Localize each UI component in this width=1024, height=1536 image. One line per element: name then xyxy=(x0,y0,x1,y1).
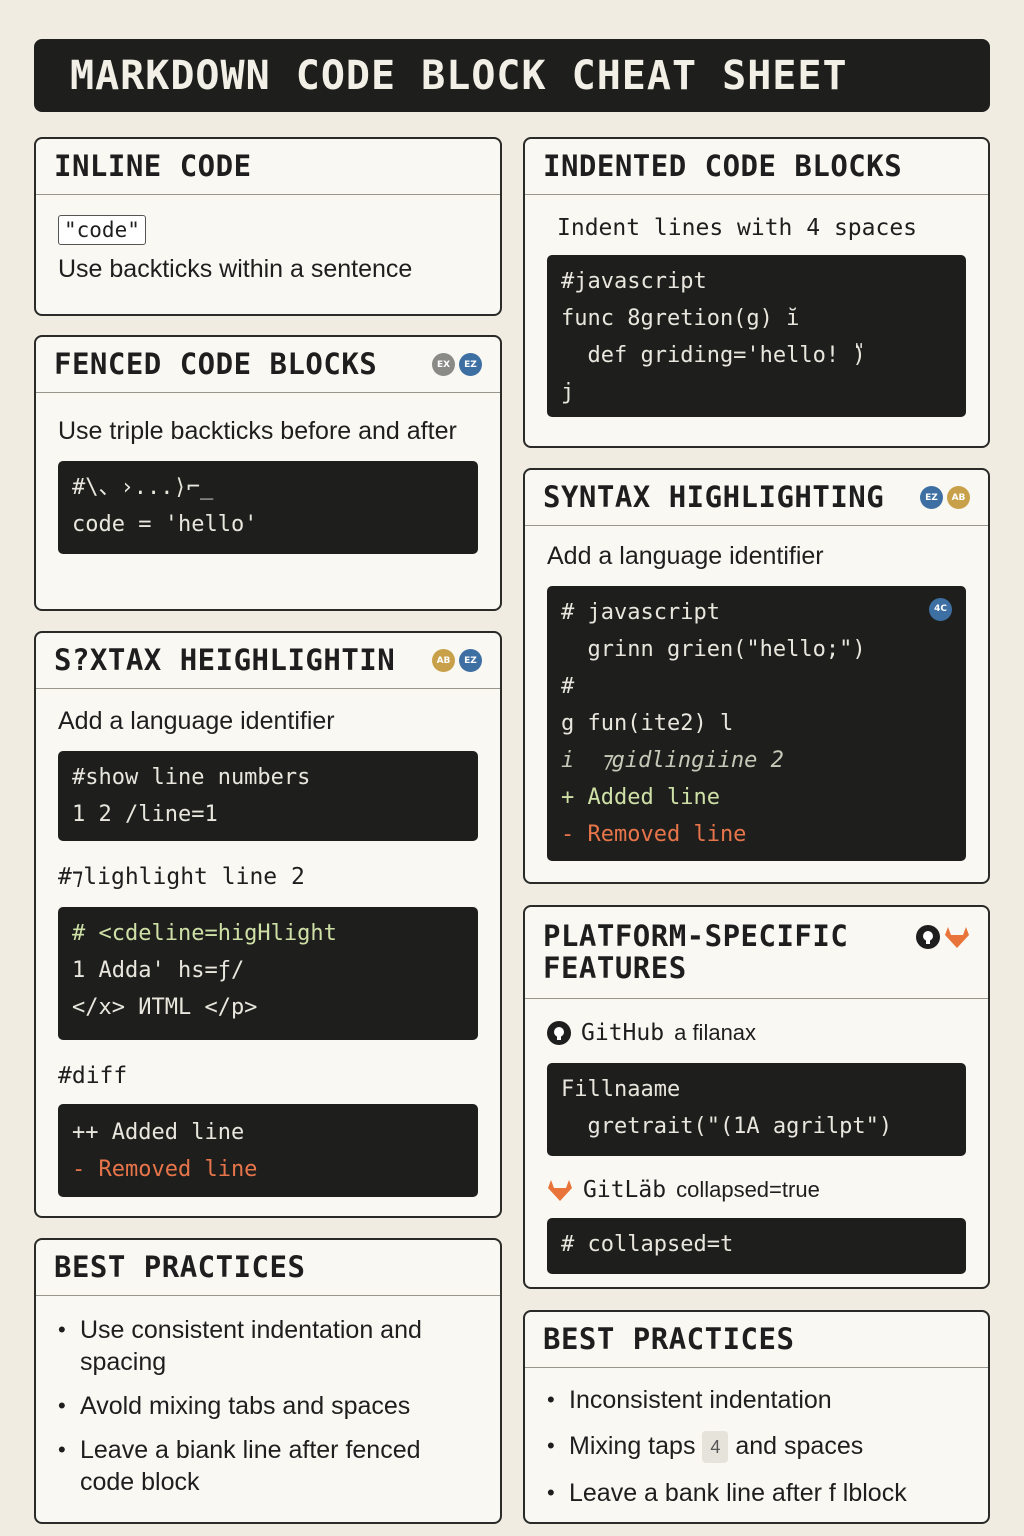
gitlab-code-block: # collapsed=t xyxy=(547,1218,966,1274)
code-line: func 8gretion(g) ĭ xyxy=(561,306,800,331)
page-title: MARKDOWN CODE BLOCK CHEAT SHEET xyxy=(70,52,848,99)
language-badge-icon: 4C xyxy=(929,598,952,621)
diff-code-block: ++ Added line - Removed line xyxy=(58,1104,478,1197)
card-title: PLATFORM-SPECIFIC FEATURES xyxy=(543,918,849,985)
code-line: # javascript xyxy=(561,600,720,625)
code-line: grinn grien("hello;") xyxy=(561,637,866,662)
list-item: Inconsistent indentation xyxy=(547,1384,966,1416)
code-line: </x> ИTML </p> xyxy=(72,995,258,1020)
github-label: GitHub xyxy=(581,1020,665,1046)
card-title: INLINE CODE xyxy=(54,148,252,183)
gitlab-icon xyxy=(945,927,969,948)
card-best-practices-left: BEST PRACTICES Use consistent indentatio… xyxy=(34,1238,502,1524)
code-line: i ⁊gidlingiine 2 xyxy=(561,748,784,773)
code-line: # collapsed=t xyxy=(561,1232,734,1257)
code-icon: EZ xyxy=(920,486,943,509)
gitlab-row: GitLäb collapsed=true xyxy=(547,1174,966,1206)
card-header: FENCED CODE BLOCKS EX EZ xyxy=(36,337,500,393)
diff-label: #diff xyxy=(58,1063,128,1089)
card-header: PLATFORM-SPECIFIC FEATURES xyxy=(525,907,988,999)
image-icon: EX xyxy=(432,353,455,376)
github-icon xyxy=(547,1021,571,1045)
card-title: SYNTAX HIGHLIGHTING xyxy=(543,479,885,514)
card-indented-code: INDENTED CODE BLOCKS Indent lines with 4… xyxy=(523,137,990,448)
gitlab-label: GitLäb xyxy=(583,1177,667,1203)
code-line: #javascript xyxy=(561,269,707,294)
badge-icon: AB xyxy=(432,649,455,672)
code-line: Fillnaame xyxy=(561,1077,681,1102)
card-header: SYNTAX HIGHLIGHTING EZ AB xyxy=(525,470,988,526)
tab-key-chip: 4 xyxy=(702,1431,729,1464)
highlight-label: #⁊lighlight line 2 xyxy=(58,864,305,890)
title-bar: MARKDOWN CODE BLOCK CHEAT SHEET xyxy=(34,39,990,112)
card-header: S?XTAX HEIGHLIGHTIN AB EZ xyxy=(36,633,500,689)
inline-code-chip: "code" xyxy=(58,215,146,245)
indented-description: Indent lines with 4 spaces xyxy=(557,215,918,241)
syntax-left-description: Add a language identifier xyxy=(58,707,335,735)
code-line: #show line numbers xyxy=(72,765,311,790)
list-item-text: Mixing taps xyxy=(569,1432,696,1460)
list-item: Use consistent indentation and spacing xyxy=(58,1314,478,1378)
card-title: FENCED CODE BLOCKS xyxy=(54,346,378,381)
github-code-block: Fillnaame gretrait("(1A agrilpt") xyxy=(547,1063,966,1156)
github-extra: a filanax xyxy=(674,1020,757,1045)
fenced-description: Use triple backticks before and after xyxy=(58,417,457,445)
github-icon xyxy=(916,925,940,949)
line-numbers-code-block: #show line numbers 1 2 /line=1 xyxy=(58,751,478,841)
list-item-text: and spaces xyxy=(735,1432,864,1460)
code-line: 1 Adda' hs=ƒ/ xyxy=(72,958,245,983)
inline-code-description: Use backticks within a sentence xyxy=(58,255,413,283)
best-practices-list: Use consistent indentation and spacing A… xyxy=(58,1314,478,1498)
gitlab-extra: collapsed=true xyxy=(676,1177,820,1202)
code-line-removed: - Removed line xyxy=(72,1157,258,1182)
code-line-added: + Added line xyxy=(561,785,720,810)
badge-icon: AB xyxy=(947,486,970,509)
code-line: 1 2 /line=1 xyxy=(72,802,218,827)
code-line: code = 'hello' xyxy=(72,512,258,537)
gitlab-icon xyxy=(548,1180,572,1201)
code-line: gretrait("(1A agrilpt") xyxy=(561,1114,893,1139)
code-line: # xyxy=(561,674,575,699)
card-title: BEST PRACTICES xyxy=(54,1249,306,1284)
list-item: Avold mixing tabs and spaces xyxy=(58,1390,478,1422)
card-inline-code: INLINE CODE "code" Use backticks within … xyxy=(34,137,502,316)
list-item: Leave a biank line after fenced code blo… xyxy=(58,1434,478,1498)
card-header: INLINE CODE xyxy=(36,139,500,195)
card-header: INDENTED CODE BLOCKS xyxy=(525,139,988,195)
highlight-code-block: # <cdeline=higHlight 1 Adda' hs=ƒ/ </x> … xyxy=(58,907,478,1040)
list-item: Leave a bank line after f lblock xyxy=(547,1477,966,1509)
list-item: Mixing taps 4 and spaces xyxy=(547,1430,966,1464)
card-best-practices-right: BEST PRACTICES Inconsistent indentation … xyxy=(523,1310,990,1524)
code-line: #\、›...⟩⌐_ xyxy=(72,475,214,500)
code-icon: EZ xyxy=(459,353,482,376)
code-line-added: ++ Added line xyxy=(72,1120,245,1145)
fenced-code-block: #\、›...⟩⌐_ code = 'hello' xyxy=(58,461,478,554)
card-header: BEST PRACTICES xyxy=(36,1240,500,1296)
code-line: g fun(ite2) l xyxy=(561,711,734,736)
card-header: BEST PRACTICES xyxy=(525,1312,988,1368)
card-title: INDENTED CODE BLOCKS xyxy=(543,148,903,183)
code-line: def griding='hello! ̎) xyxy=(561,343,866,368)
code-icon: EZ xyxy=(459,649,482,672)
card-platform-features: PLATFORM-SPECIFIC FEATURES GitHub a fila… xyxy=(523,905,990,1289)
card-syntax-highlighting-right: SYNTAX HIGHLIGHTING EZ AB Add a language… xyxy=(523,468,990,884)
card-title: BEST PRACTICES xyxy=(543,1321,795,1356)
best-practices-list: Inconsistent indentation Mixing taps 4 a… xyxy=(547,1384,966,1509)
code-line: # <cdeline=higHlight xyxy=(72,921,337,946)
code-line: j xyxy=(561,380,575,405)
syntax-code-block: 4C # javascript grinn grien("hello;") # … xyxy=(547,586,966,861)
github-row: GitHub a filanax xyxy=(547,1017,966,1049)
card-syntax-highlighting-left: S?XTAX HEIGHLIGHTIN AB EZ Add a language… xyxy=(34,631,502,1218)
card-fenced-code: FENCED CODE BLOCKS EX EZ Use triple back… xyxy=(34,335,502,611)
indented-code-block: #javascript func 8gretion(g) ĭ def gridi… xyxy=(547,255,966,417)
code-line-removed: - Removed line xyxy=(561,822,747,847)
syntax-right-description: Add a language identifier xyxy=(547,542,824,570)
card-title: S?XTAX HEIGHLIGHTIN xyxy=(54,642,396,677)
